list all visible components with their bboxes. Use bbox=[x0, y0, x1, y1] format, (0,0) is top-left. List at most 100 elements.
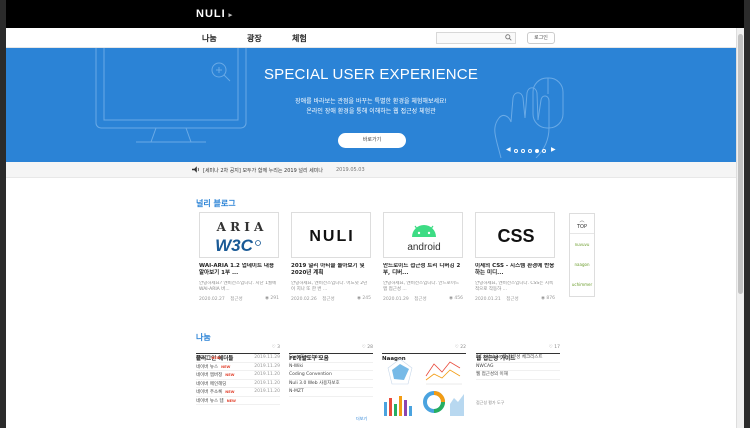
quick-links-widget: ︿ TOP nuvuvu naagon uchimmer bbox=[569, 213, 595, 297]
share-row[interactable]: Coding Convention bbox=[289, 371, 373, 380]
blog-card-views: ◉ 456 bbox=[449, 296, 463, 301]
slide-dot[interactable] bbox=[514, 149, 518, 153]
quick-link-item[interactable]: naagon bbox=[571, 258, 593, 272]
share-column: 플러그인 헤더들 ♡ 3 테이크 NEW 2019.11.29 네이버 뉴스 NEW 2… bbox=[196, 345, 280, 405]
blog-card-views: ◉ 291 bbox=[265, 296, 279, 301]
main-nav: 나눔 광장 체험 로그인 bbox=[6, 28, 736, 48]
slide-dot-active[interactable] bbox=[535, 149, 539, 153]
share-row[interactable]: 테이크 NEW 2019.11.29 bbox=[196, 354, 280, 363]
blog-card-title[interactable]: WAI-ARIA 1.2 업데이트 내용 알아보기 1부 ... bbox=[199, 263, 279, 277]
share-row[interactable]: Font Simulator bbox=[289, 354, 373, 363]
blog-thumbnail-android[interactable]: android bbox=[383, 212, 463, 258]
blog-card-title[interactable]: 안드로이드 접근성 트리 디버깅 2부, 디버... bbox=[383, 263, 463, 277]
share-row[interactable]: NWCAG bbox=[476, 363, 560, 371]
blog-card[interactable]: CSS 이제의 CSS - 시스템 환경에 반응하는 미디... 안녕하세요, … bbox=[475, 212, 555, 304]
blog-card-title[interactable]: 이제의 CSS - 시스템 환경에 반응하는 미디... bbox=[475, 263, 555, 277]
search-icon[interactable] bbox=[505, 34, 512, 41]
blog-card-desc: 안녕하세요, 엔비전스입니다. 안드로이드 앱 접근성 ... bbox=[383, 281, 460, 292]
blog-card-desc: 안녕하세요, 엔비전스입니다. 어느덧 2년이 지나 또 한 번 ... bbox=[291, 281, 368, 292]
prev-slide-icon[interactable]: ◀ bbox=[506, 146, 511, 153]
share-row[interactable]: PC / Mobile 웹 접근성 체크리스트 bbox=[476, 354, 560, 363]
notice-bar: [세미나 2차 공지] 모두가 함께 누리는 2019 널리 세미나 2019.… bbox=[6, 162, 736, 178]
slide-dot[interactable] bbox=[528, 149, 532, 153]
hero-banner: SPECIAL USER EXPERIENCE 장애를 바라보는 관점을 바꾸는… bbox=[6, 48, 736, 162]
share-column: Naagon ♡ 22 bbox=[382, 345, 466, 362]
logo-text: NULI bbox=[196, 8, 226, 20]
quick-link-item[interactable]: nuvuvu bbox=[571, 238, 593, 252]
blog-card-desc: 안녕하세요? 엔비전스입니다. 지난 1월에 WAI-ARIA 버... bbox=[199, 281, 277, 292]
share-row[interactable]: Nuli 3.0 Web 사용자보호 bbox=[289, 380, 373, 388]
notice-link[interactable]: [세미나 2차 공지] 모두가 함께 누리는 2019 널리 세미나 bbox=[203, 167, 323, 174]
share-row[interactable]: 웹 접근성의 이해 bbox=[476, 371, 560, 380]
share-row[interactable]: 네이버 뉴스 템 NEW bbox=[196, 397, 280, 405]
donut-chart-icon bbox=[423, 391, 445, 413]
area-chart-icon bbox=[450, 394, 464, 416]
share-section-title: 나눔 bbox=[196, 333, 211, 342]
scrollbar-thumb[interactable] bbox=[738, 34, 743, 294]
login-button[interactable]: 로그인 bbox=[527, 32, 555, 44]
blog-card-date: 2020.01.29 bbox=[383, 297, 409, 302]
blog-card-date: 2020.02.26 bbox=[291, 297, 317, 302]
share-column-header: 플러그인 헤더들 ♡ 3 bbox=[196, 345, 280, 362]
slide-dot[interactable] bbox=[542, 149, 546, 153]
share-row[interactable]: 네이버 멤버정 NEW 2019.11.20 bbox=[196, 371, 280, 380]
blog-card-meta: 2020.02.27 접근성 ◉ 291 bbox=[199, 296, 279, 302]
hero-description-line2: 온라인 장애 환경을 통해 이해하는 웹 접근성 체험관 bbox=[306, 108, 436, 115]
speaker-icon bbox=[192, 166, 199, 173]
share-column-header: Naagon ♡ 22 bbox=[382, 345, 466, 362]
blog-card-views: ◉ 245 bbox=[357, 296, 371, 301]
accessibility-tools-link[interactable]: 접근성 평가 도구 bbox=[476, 400, 504, 406]
share-column-count: ♡ 17 bbox=[548, 345, 560, 350]
line-chart-icon bbox=[425, 361, 462, 385]
more-link[interactable]: 더보기 bbox=[356, 416, 367, 422]
slide-dot[interactable] bbox=[521, 149, 525, 153]
quick-link-item[interactable]: uchimmer bbox=[571, 278, 593, 292]
share-row[interactable]: N-Wiki bbox=[289, 363, 373, 371]
next-slide-icon[interactable]: ▶ bbox=[551, 146, 556, 153]
bar-chart-icon bbox=[384, 396, 412, 416]
share-column: 웹 접근성 가이드 ♡ 17 PC / Mobile 웹 접근성 체크리스트 N… bbox=[476, 345, 560, 380]
w3c-aria-logo-icon: A R I A W3C bbox=[215, 220, 264, 255]
blog-card-meta: 2020.01.21 접근성 ◉ 876 bbox=[475, 296, 555, 302]
blog-card-views: ◉ 876 bbox=[541, 296, 555, 301]
blog-card-date: 2020.01.21 bbox=[475, 297, 501, 302]
blog-card-title[interactable]: 2019 널리 아티클 돌아보기 및 2020년 계획 bbox=[291, 263, 371, 277]
radar-chart-icon bbox=[387, 358, 413, 385]
nav-item-plaza[interactable]: 광장 bbox=[247, 33, 262, 44]
top-bar: NULI ▸ bbox=[6, 0, 744, 28]
blog-card[interactable]: A R I A W3C WAI-ARIA 1.2 업데이트 내용 알아보기 1부… bbox=[199, 212, 279, 304]
page-scrollbar[interactable] bbox=[736, 28, 744, 428]
site-logo[interactable]: NULI ▸ bbox=[196, 8, 233, 20]
naagon-chart-preview[interactable] bbox=[382, 354, 466, 418]
nav-item-experience[interactable]: 체험 bbox=[292, 33, 307, 44]
blog-card[interactable]: android 안드로이드 접근성 트리 디버깅 2부, 디버... 안녕하세요… bbox=[383, 212, 463, 304]
nuli-logo-text: NULI bbox=[309, 228, 355, 245]
blog-thumbnail-aria[interactable]: A R I A W3C bbox=[199, 212, 279, 258]
search-input[interactable] bbox=[436, 32, 516, 44]
share-row[interactable]: N-MZT bbox=[289, 388, 373, 397]
blog-section-title: 널리 블로그 bbox=[196, 199, 236, 208]
svg-text:A R I A: A R I A bbox=[216, 220, 264, 234]
scroll-top-button[interactable]: ︿ TOP bbox=[570, 214, 594, 234]
blog-card[interactable]: NULI 2019 널리 아티클 돌아보기 및 2020년 계획 안녕하세요, … bbox=[291, 212, 371, 304]
share-row[interactable]: 네이버 주소록 NEW 2019.11.20 bbox=[196, 388, 280, 397]
blog-card-meta: 2020.01.29 접근성 ◉ 456 bbox=[383, 296, 463, 302]
blog-card-author: 접근성 bbox=[230, 297, 243, 302]
blog-thumbnail-nuli[interactable]: NULI bbox=[291, 212, 371, 258]
share-column: FE개발도구 모음 ♡ 28 Font Simulator N-Wiki Cod… bbox=[289, 345, 373, 397]
share-column-count: ♡ 22 bbox=[454, 345, 466, 350]
share-column-header: 웹 접근성 가이드 ♡ 17 bbox=[476, 345, 560, 362]
share-column-count: ♡ 3 bbox=[271, 345, 280, 350]
logo-arrow-icon: ▸ bbox=[228, 12, 234, 19]
share-row[interactable]: 네이버 뉴스 NEW 2019.11.29 bbox=[196, 363, 280, 371]
share-row[interactable]: 네이버 메인헤딩 2019.11.20 bbox=[196, 380, 280, 388]
blog-card-meta: 2020.02.26 접근성 ◉ 245 bbox=[291, 296, 371, 302]
nav-item-share[interactable]: 나눔 bbox=[202, 33, 217, 44]
browser-window: NULI ▸ 나눔 광장 체험 로그인 SPECIAL USER EXPERIE… bbox=[6, 0, 744, 428]
blog-card-desc: 안녕하세요, 엔비전스입니다. CSS는 지속적으로 작동하 ... bbox=[475, 281, 554, 292]
blog-thumbnail-css[interactable]: CSS bbox=[475, 212, 555, 258]
hero-go-button[interactable]: 바로가기 bbox=[338, 133, 406, 148]
top-label: TOP bbox=[576, 224, 587, 230]
new-badge: NEW bbox=[225, 390, 235, 394]
blog-card-date: 2020.02.27 bbox=[199, 297, 225, 302]
